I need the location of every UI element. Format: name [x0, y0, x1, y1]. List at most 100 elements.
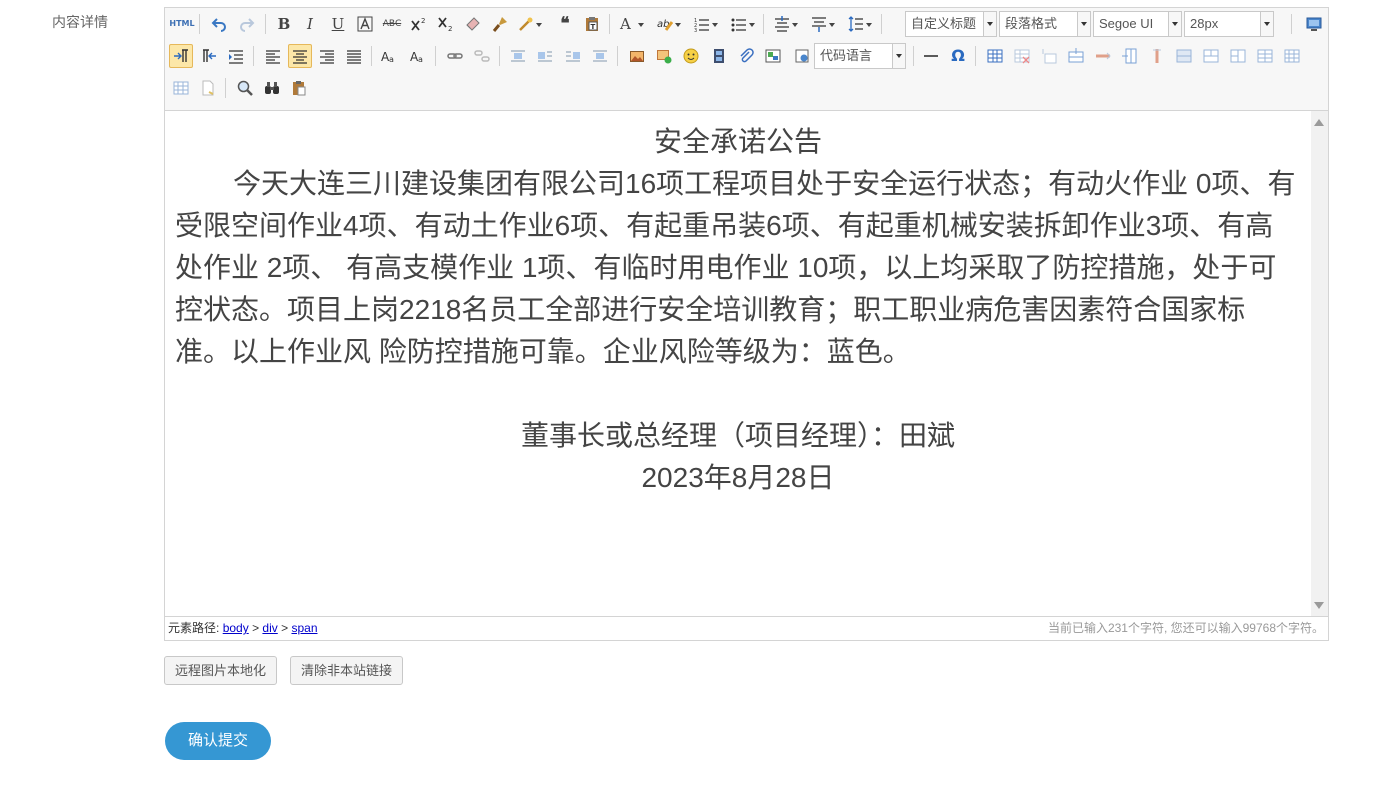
lowercase-icon: Aa: [410, 50, 423, 64]
subscript-button[interactable]: 2: [434, 12, 458, 36]
merge-cells-button[interactable]: [1172, 44, 1196, 68]
redo-button[interactable]: [235, 12, 259, 36]
map-button[interactable]: [761, 44, 785, 68]
special-char-button[interactable]: Ω: [946, 44, 970, 68]
images-icon: [657, 50, 672, 64]
ordered-list-button[interactable]: 123: [691, 12, 721, 36]
image-center-button[interactable]: [588, 44, 612, 68]
insert-table-button[interactable]: [983, 44, 1007, 68]
clear-external-links-button[interactable]: 清除非本站链接: [290, 656, 404, 685]
html-source-button[interactable]: HTML: [169, 12, 195, 36]
attachment-button[interactable]: [734, 44, 758, 68]
unlink-button[interactable]: [470, 44, 494, 68]
uppercase-icon: Aa: [381, 50, 394, 64]
fullscreen-button[interactable]: [1302, 12, 1326, 36]
spacing-top-icon: [775, 16, 789, 32]
brush-icon: [492, 17, 507, 32]
align-justify-icon: [347, 50, 361, 64]
emotion-button[interactable]: [679, 44, 703, 68]
paragraph-format-select[interactable]: 段落格式: [999, 11, 1091, 37]
split-cols-button[interactable]: [169, 76, 193, 100]
horizontal-rule-button[interactable]: [919, 44, 943, 68]
align-center-button[interactable]: [288, 44, 312, 68]
scroll-down-icon[interactable]: [1314, 602, 1324, 609]
heading-select[interactable]: 自定义标题: [905, 11, 997, 37]
preview-button[interactable]: [233, 76, 257, 100]
superscript-button[interactable]: 2: [407, 12, 431, 36]
insert-frame-button[interactable]: [790, 44, 814, 68]
search-replace-button[interactable]: [260, 76, 284, 100]
unordered-list-button[interactable]: [728, 12, 758, 36]
align-left-button[interactable]: [261, 44, 285, 68]
insert-paragraph-before-table-button[interactable]: [1037, 44, 1061, 68]
code-language-value: 代码语言: [820, 48, 873, 63]
scroll-up-icon[interactable]: [1314, 119, 1324, 126]
underline-button[interactable]: U: [326, 12, 350, 36]
image-none-button[interactable]: [506, 44, 530, 68]
indent-button[interactable]: [224, 44, 248, 68]
svg-text:a: a: [389, 55, 394, 64]
merge-right-button[interactable]: [1199, 44, 1223, 68]
bullet-list-icon: [731, 18, 746, 32]
merge-down-button[interactable]: [1226, 44, 1250, 68]
italic-button[interactable]: I: [298, 12, 322, 36]
insert-row-button[interactable]: [1064, 44, 1088, 68]
paragraph-format-value: 段落格式: [1005, 16, 1058, 31]
path-body-link[interactable]: body: [223, 621, 249, 635]
toolbar-separator: [225, 78, 226, 98]
path-div-link[interactable]: div: [262, 621, 277, 635]
template-button[interactable]: [287, 76, 311, 100]
font-border-button[interactable]: [353, 12, 377, 36]
insert-col-button[interactable]: [1118, 44, 1142, 68]
chevron-down-icon: [1168, 12, 1181, 36]
submit-button[interactable]: 确认提交: [165, 722, 271, 760]
highlight-icon: ab: [657, 19, 673, 31]
lowercase-button[interactable]: Aa: [406, 44, 430, 68]
row-spacing-bottom-button[interactable]: [808, 12, 838, 36]
direction-ltr-button[interactable]: [169, 44, 193, 68]
paste-plain-button[interactable]: T: [580, 12, 604, 36]
image-icon: [630, 51, 644, 62]
ordered-list-icon: 123: [694, 18, 709, 32]
split-cells-button[interactable]: [1253, 44, 1277, 68]
align-right-button[interactable]: [315, 44, 339, 68]
blockquote-button[interactable]: ❝: [553, 12, 577, 36]
uppercase-button[interactable]: Aa: [377, 44, 401, 68]
font-color-button[interactable]: A: [617, 12, 647, 36]
split-rows-button[interactable]: [1280, 44, 1304, 68]
remote-image-localize-button[interactable]: 远程图片本地化: [164, 656, 278, 685]
editor-scrollbar[interactable]: [1311, 111, 1328, 617]
delete-col-button[interactable]: [1145, 44, 1169, 68]
insert-image-button[interactable]: [625, 44, 649, 68]
image-left-button[interactable]: [533, 44, 557, 68]
delete-row-button[interactable]: [1091, 44, 1115, 68]
image-right-button[interactable]: [561, 44, 585, 68]
align-justify-button[interactable]: [342, 44, 366, 68]
unlink-icon: [474, 50, 490, 62]
link-button[interactable]: [443, 44, 467, 68]
line-height-button[interactable]: [845, 12, 875, 36]
path-span-link[interactable]: span: [291, 621, 317, 635]
delete-table-button[interactable]: [1010, 44, 1034, 68]
format-painter-button[interactable]: [488, 12, 512, 36]
code-language-select[interactable]: 代码语言: [814, 43, 906, 69]
highlight-color-button[interactable]: ab: [654, 12, 684, 36]
print-button[interactable]: [196, 76, 220, 100]
row-spacing-top-button[interactable]: [771, 12, 801, 36]
direction-rtl-button[interactable]: [197, 44, 221, 68]
bold-button[interactable]: B: [272, 12, 296, 36]
eraser-button[interactable]: [461, 12, 485, 36]
strikethrough-button[interactable]: ABC: [380, 12, 404, 36]
layout-left-icon: [538, 51, 552, 62]
toolbar-separator: [499, 46, 500, 66]
undo-button[interactable]: [207, 12, 231, 36]
multi-image-button[interactable]: [652, 44, 676, 68]
font-size-select[interactable]: 28px: [1184, 11, 1274, 37]
editor-content[interactable]: 安全承诺公告 今天大连三川建设集团有限公司16项工程项目处于安全运行状态；有动火…: [165, 111, 1311, 617]
merge-down-icon: [1230, 49, 1246, 63]
auto-typeset-button[interactable]: [515, 12, 545, 36]
toolbar-separator: [265, 14, 266, 34]
font-family-select[interactable]: Segoe UI: [1093, 11, 1182, 37]
char-count: 当前已输入231个字符, 您还可以输入99768个字符。: [1047, 621, 1324, 635]
insert-video-button[interactable]: [707, 44, 731, 68]
